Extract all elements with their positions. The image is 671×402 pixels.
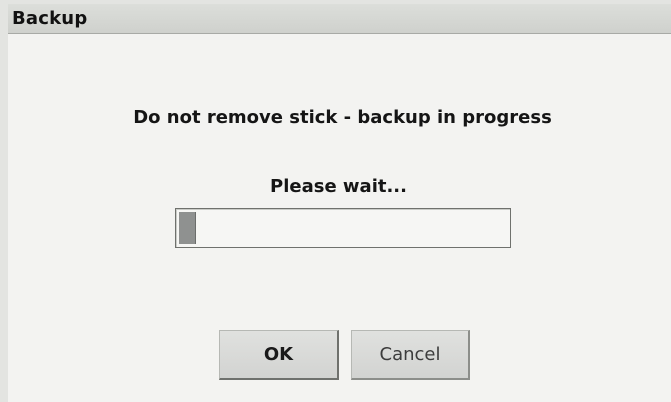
backup-dialog: Backup Do not remove stick - backup in p… bbox=[8, 4, 671, 402]
dialog-title: Backup bbox=[12, 8, 88, 29]
screen: Backup Do not remove stick - backup in p… bbox=[0, 0, 671, 402]
progress-bar-fill bbox=[179, 212, 196, 244]
cancel-button[interactable]: Cancel bbox=[351, 330, 470, 380]
backup-progress-bar bbox=[175, 208, 511, 248]
dialog-titlebar[interactable]: Backup bbox=[8, 4, 671, 34]
ok-button[interactable]: OK bbox=[219, 330, 339, 380]
backup-message: Do not remove stick - backup in progress bbox=[133, 107, 552, 128]
wait-message: Please wait... bbox=[270, 176, 407, 197]
